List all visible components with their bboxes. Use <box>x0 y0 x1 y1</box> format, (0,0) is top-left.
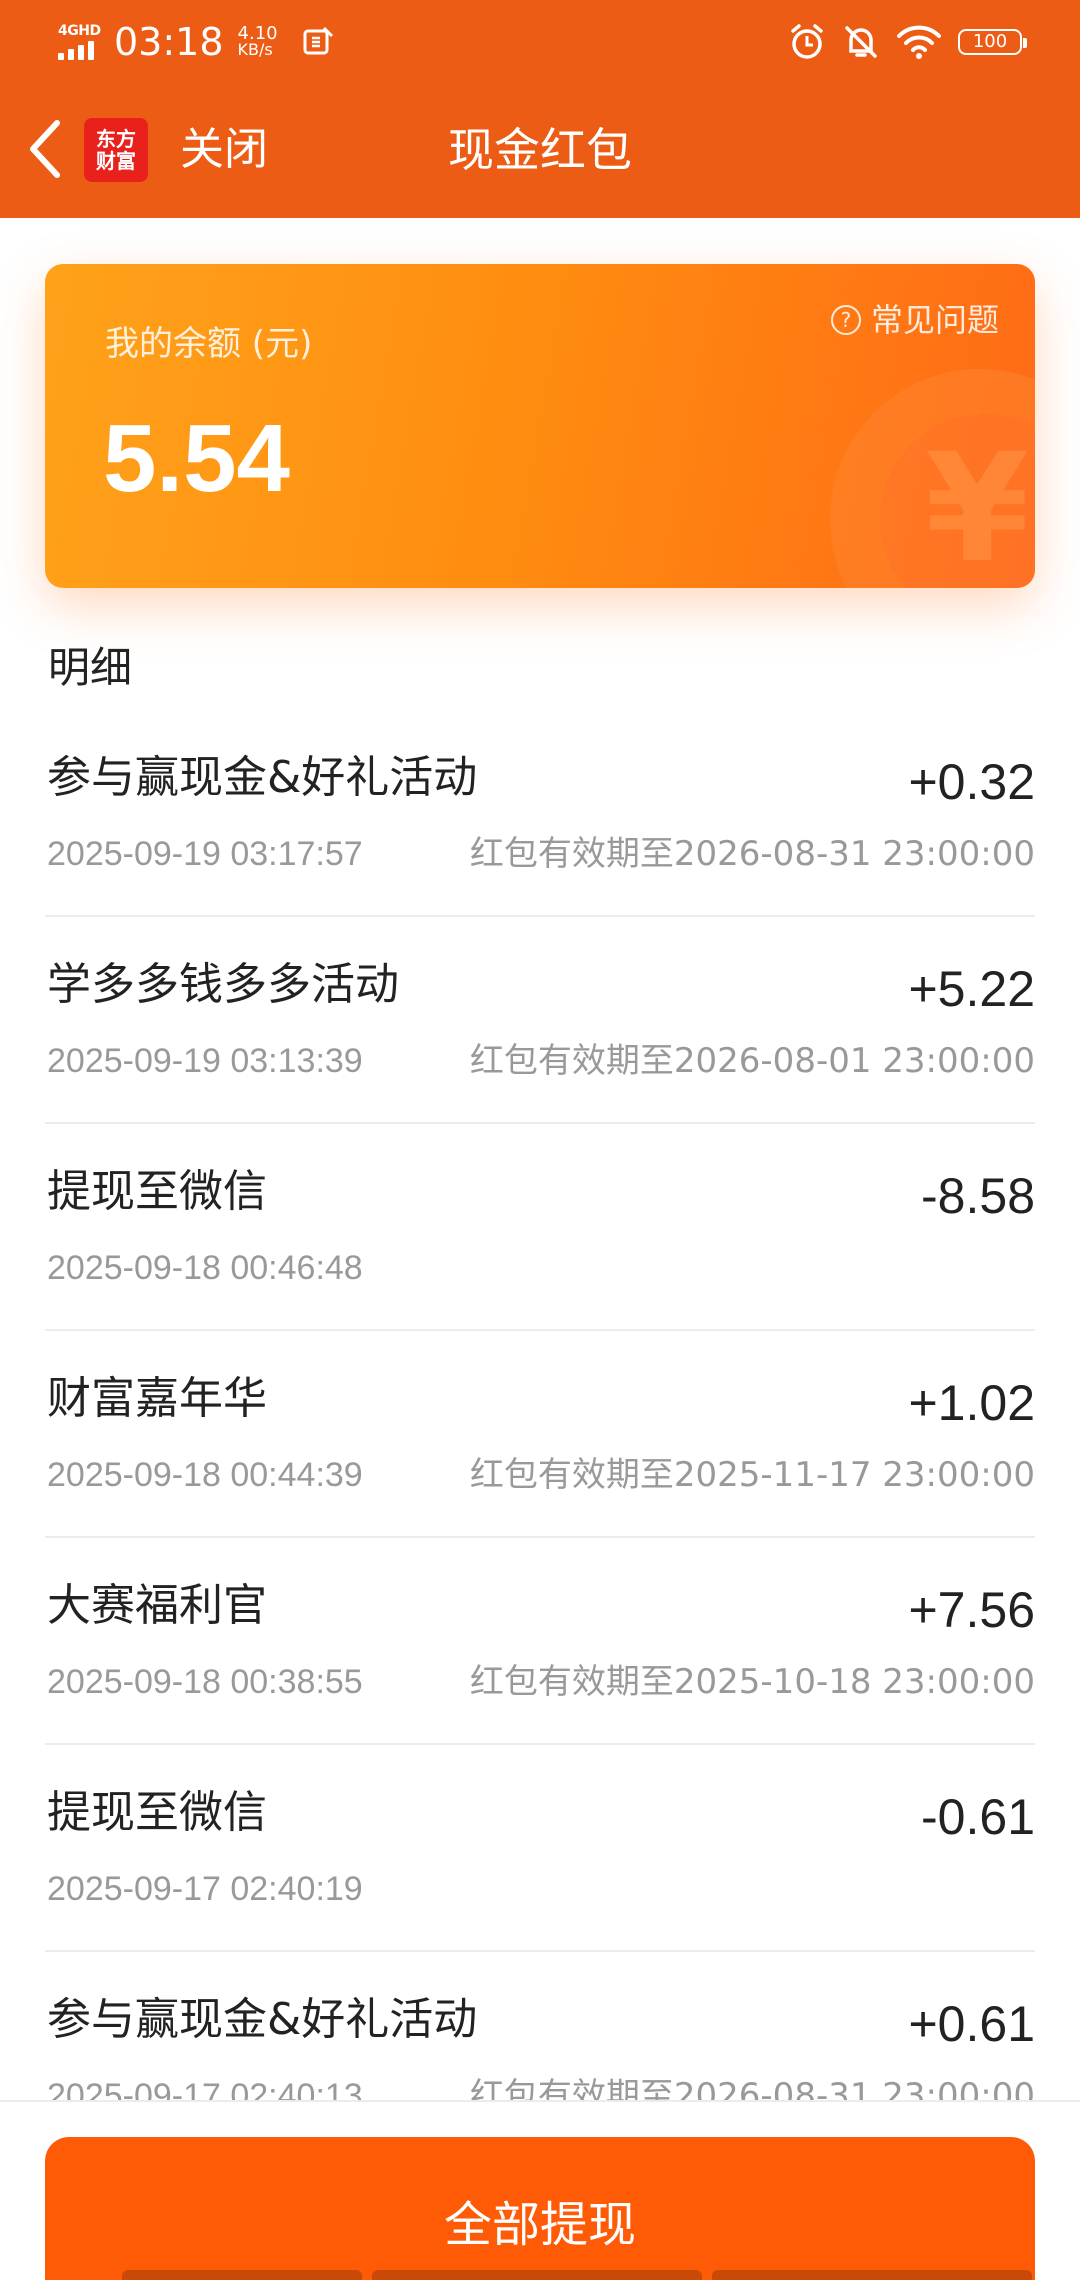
transaction-title: 财富嘉年华 <box>47 1373 267 1424</box>
transaction-title: 参与赢现金&好礼活动 <box>47 1994 478 2045</box>
transaction-row: 大赛福利官 +7.56 2025-09-18 00:38:55 红包有效期至2025-… <box>45 1538 1035 1745</box>
header: 4GHD 03:18 4.10 KB/s 100 东方 财富 关闭 现金红包 <box>0 0 1080 218</box>
transaction-list: 参与赢现金&好礼活动 +0.32 2025-09-19 03:17:57 红包有效期至… <box>45 710 1035 2159</box>
network-speed-unit: KB/s <box>237 40 273 59</box>
bell-muted-icon <box>845 26 877 58</box>
transaction-time: 2025-09-17 02:40:19 <box>47 1870 363 1908</box>
transaction-expiry: 红包有效期至2026-08-31 23:00:00 <box>469 834 1035 874</box>
transaction-time: 2025-09-18 00:46:48 <box>47 1249 363 1287</box>
transaction-time: 2025-09-19 03:13:39 <box>47 1042 363 1080</box>
transaction-row: 财富嘉年华 +1.02 2025-09-18 00:44:39 红包有效期至2025-… <box>45 1331 1035 1538</box>
transaction-amount: +5.22 <box>908 961 1035 1017</box>
battery-icon: 100 <box>958 29 1027 55</box>
yuan-coin-icon: ¥ <box>925 422 1030 588</box>
status-left: 4GHD 03:18 4.10 KB/s <box>58 16 334 68</box>
transaction-amount: +1.02 <box>908 1375 1035 1431</box>
balance-card: ¥ ? 常见问题 我的余额 (元) 5.54 <box>45 264 1035 588</box>
network-speed: 4.10 KB/s <box>237 25 278 59</box>
transaction-title: 学多多钱多多活动 <box>47 959 399 1010</box>
transaction-row: 提现至微信 -8.58 2025-09-18 00:46:48 <box>45 1124 1035 1331</box>
chevron-left-icon <box>30 120 60 178</box>
cash-redpacket-page: 4GHD 03:18 4.10 KB/s 100 东方 财富 关闭 现金红包 ¥… <box>0 0 1080 2280</box>
transaction-row: 提现至微信 -0.61 2025-09-17 02:40:19 <box>45 1745 1035 1952</box>
app-logo: 东方 财富 <box>84 118 148 182</box>
close-button[interactable]: 关闭 <box>180 124 268 176</box>
question-circle-icon: ? <box>830 305 861 335</box>
withdraw-all-button[interactable]: 全部提现 <box>45 2137 1035 2280</box>
faq-label: 常见问题 <box>870 301 999 339</box>
network-type: 4GHD <box>58 23 101 39</box>
transaction-row: 学多多钱多多活动 +5.22 2025-09-19 03:13:39 红包有效期至20… <box>45 917 1035 1124</box>
transaction-amount: +0.32 <box>908 754 1035 810</box>
nav-bar: 东方 财富 关闭 现金红包 <box>0 84 1080 218</box>
status-bar: 4GHD 03:18 4.10 KB/s 100 <box>0 0 1080 84</box>
transaction-row: 参与赢现金&好礼活动 +0.32 2025-09-19 03:17:57 红包有效期至… <box>45 710 1035 917</box>
balance-value: 5.54 <box>103 405 290 512</box>
transaction-title: 大赛福利官 <box>47 1580 267 1631</box>
bottom-bar: 全部提现 <box>0 2100 1080 2280</box>
wifi-icon <box>897 25 941 59</box>
back-button[interactable] <box>20 114 70 184</box>
status-time: 03:18 <box>114 20 224 64</box>
screenshot-notification-icon <box>303 26 333 55</box>
transaction-time: 2025-09-18 00:44:39 <box>47 1456 363 1494</box>
transaction-title: 参与赢现金&好礼活动 <box>47 752 478 803</box>
detail-heading: 明细 <box>48 643 133 692</box>
transaction-title: 提现至微信 <box>47 1787 267 1838</box>
transaction-time: 2025-09-19 03:17:57 <box>47 835 363 873</box>
status-right: 100 <box>788 20 1027 64</box>
page-title: 现金红包 <box>448 123 632 177</box>
transaction-expiry: 红包有效期至2025-11-17 23:00:00 <box>469 1455 1035 1495</box>
transaction-amount: +0.61 <box>908 1996 1035 2052</box>
battery-level: 100 <box>972 31 1008 52</box>
app-logo-line1: 东方 <box>96 127 136 151</box>
keyboard-hint-bar <box>372 2270 702 2280</box>
transaction-amount: -0.61 <box>921 1789 1035 1845</box>
app-logo-line2: 财富 <box>96 149 136 173</box>
transaction-amount: +7.56 <box>908 1582 1035 1638</box>
page-title-wrap: 现金红包 <box>0 124 1080 176</box>
transaction-expiry: 红包有效期至2025-10-18 23:00:00 <box>469 1662 1035 1702</box>
cellular-signal-icon: 4GHD <box>58 24 104 60</box>
keyboard-hint-bar <box>122 2270 362 2280</box>
alarm-icon <box>791 24 823 59</box>
transaction-title: 提现至微信 <box>47 1166 267 1217</box>
keyboard-hint-bar <box>712 2270 1032 2280</box>
balance-label: 我的余额 (元) <box>105 324 313 364</box>
transaction-time: 2025-09-18 00:38:55 <box>47 1663 363 1701</box>
transaction-amount: -8.58 <box>921 1168 1035 1224</box>
faq-link[interactable]: ? 常见问题 <box>830 300 999 340</box>
transaction-expiry: 红包有效期至2026-08-01 23:00:00 <box>469 1041 1035 1081</box>
